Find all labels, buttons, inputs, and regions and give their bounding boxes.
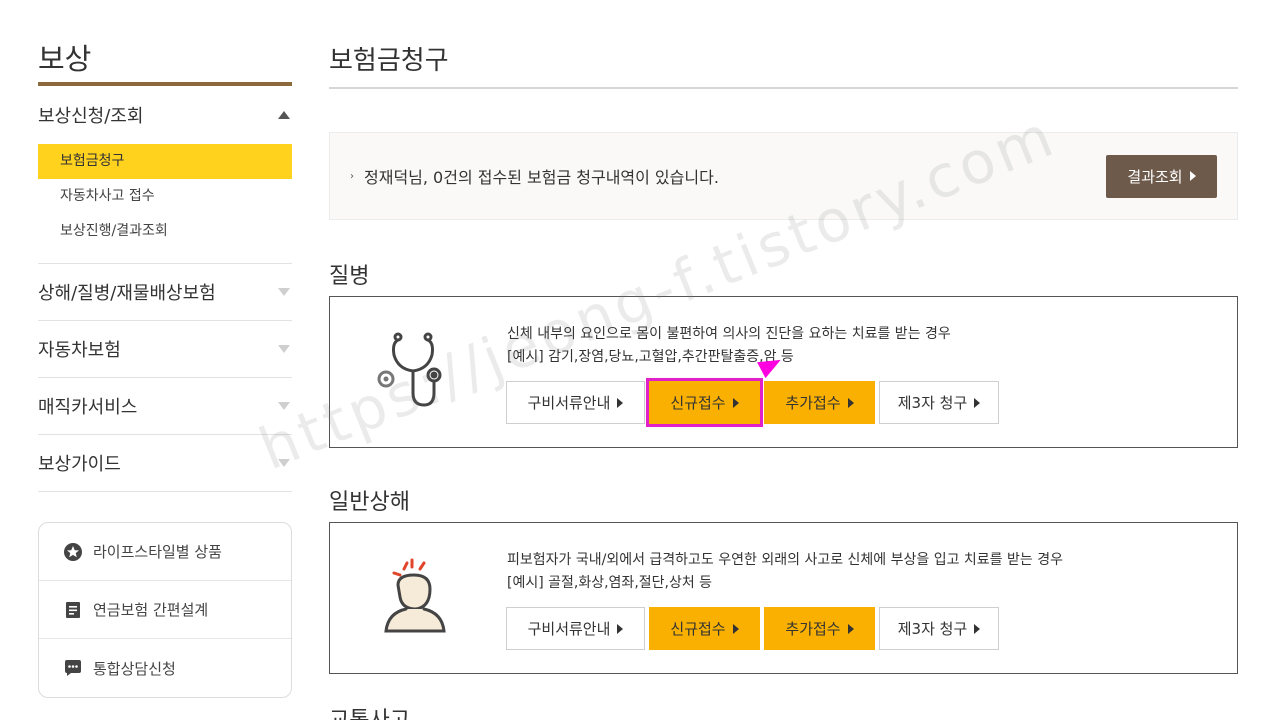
caret-right-icon [974,397,981,408]
card-buttons: 구비서류안내 신규접수 추가접수 제3자 청구 [506,378,999,427]
menu-head-label: 보상가이드 [38,454,121,475]
bullet-icon: › [350,170,354,182]
card-disease: 신체 내부의 요인으로 몸이 불편하여 의사의 진단을 요하는 치료를 받는 경… [329,296,1238,448]
section-title-traffic: 교통사고 [329,702,410,720]
menu-group-guide: 보상가이드 [38,435,292,492]
chevron-up-icon [278,111,290,119]
chevron-down-icon [278,459,290,467]
additional-claim-button[interactable]: 추가접수 [764,607,875,650]
quick-consult[interactable]: 통합상담신청 [39,639,291,697]
required-documents-button[interactable]: 구비서류안내 [506,381,645,424]
menu-group-injury: 상해/질병/재물배상보험 [38,264,292,321]
button-label: 추가접수 [785,394,841,412]
third-party-claim-button[interactable]: 제3자 청구 [879,607,999,650]
document-icon [63,600,83,620]
menu-group-car: 자동차보험 [38,321,292,378]
card-description: 신체 내부의 요인으로 몸이 불편하여 의사의 진단을 요하는 치료를 받는 경… [507,323,951,369]
caret-right-icon [732,397,739,408]
menu-head-claims[interactable]: 보상신청/조회 [38,86,292,144]
menu-head-label: 자동차보험 [38,340,121,361]
sub-item-car-accident[interactable]: 자동차사고 접수 [38,179,292,214]
card-injury: 피보험자가 국내/외에서 급격하고도 우연한 외래의 사고로 신체에 부상을 입… [329,522,1238,674]
notice-text: 정재덕님, 0건의 접수된 보험금 청구내역이 있습니다. [364,168,719,187]
desc-line-2: [예시] 골절,화상,염좌,절단,상처 등 [507,575,713,591]
menu-head-label: 보상신청/조회 [38,106,144,127]
caret-right-icon [847,397,854,408]
menu-head-car[interactable]: 자동차보험 [38,321,292,377]
card-buttons: 구비서류안내 신규접수 추가접수 제3자 청구 [506,607,999,650]
quick-label: 통합상담신청 [93,659,176,678]
button-label: 구비서류안내 [527,620,611,638]
menu-head-guide[interactable]: 보상가이드 [38,435,292,491]
card-description: 피보험자가 국내/외에서 급격하고도 우연한 외래의 사고로 신체에 부상을 입… [507,549,1063,595]
quick-label: 라이프스타일별 상품 [93,543,222,561]
quick-lifestyle-products[interactable]: 라이프스타일별 상품 [39,523,291,581]
chevron-down-icon [278,288,290,296]
desc-line-2: [예시] 감기,장염,당뇨,고혈압,추간판탈출증,암 등 [507,349,794,365]
caret-right-icon [1189,171,1196,181]
caret-right-icon [617,397,624,408]
main-content: 보험금청구 › 정재덕님, 0건의 접수된 보험금 청구내역이 있습니다. 결과… [329,0,1238,674]
menu-head-label: 상해/질병/재물배상보험 [38,283,216,304]
button-label: 추가접수 [785,620,841,638]
caret-right-icon [974,623,981,634]
page-title: 보험금청구 [329,0,1238,89]
quick-label: 연금보험 간편설계 [93,601,209,619]
chat-bubble-icon [63,658,83,678]
section-title-injury: 일반상해 [329,490,410,515]
menu-head-injury[interactable]: 상해/질병/재물배상보험 [38,264,292,320]
button-label: 제3자 청구 [897,394,968,412]
star-circle-icon [63,542,83,562]
quick-links: 라이프스타일별 상품 연금보험 간편설계 통합상담신청 [38,522,292,698]
new-claim-button[interactable]: 신규접수 [649,607,760,650]
additional-claim-button[interactable]: 추가접수 [764,381,875,424]
menu-head-magiccar[interactable]: 매직카서비스 [38,378,292,434]
sub-item-progress-result[interactable]: 보상진행/결과조회 [38,214,292,249]
sidebar-title: 보상 [38,0,292,86]
menu-group-magiccar: 매직카서비스 [38,378,292,435]
third-party-claim-button[interactable]: 제3자 청구 [879,381,999,424]
caret-right-icon [617,623,624,634]
stethoscope-icon [376,329,456,413]
section-title-disease: 질병 [329,264,370,289]
submenu-claims: 보험금청구 자동차사고 접수 보상진행/결과조회 [38,144,292,263]
desc-line-1: 신체 내부의 요인으로 몸이 불편하여 의사의 진단을 요하는 치료를 받는 경… [507,326,951,342]
sub-item-insurance-claim[interactable]: 보험금청구 [38,144,292,179]
desc-line-1: 피보험자가 국내/외에서 급격하고도 우연한 외래의 사고로 신체에 부상을 입… [507,552,1063,568]
chevron-down-icon [278,345,290,353]
menu-group-claims: 보상신청/조회 보험금청구 자동차사고 접수 보상진행/결과조회 [38,86,292,264]
result-button-label: 결과조회 [1127,167,1183,186]
button-label: 제3자 청구 [897,620,968,638]
button-label: 신규접수 [670,620,726,638]
button-label: 신규접수 [670,394,726,412]
required-documents-button[interactable]: 구비서류안내 [506,607,645,650]
new-claim-button[interactable]: 신규접수 [646,378,763,427]
injured-person-icon [376,555,456,639]
result-inquiry-button[interactable]: 결과조회 [1106,154,1217,198]
caret-right-icon [732,623,739,634]
quick-pension-design[interactable]: 연금보험 간편설계 [39,581,291,639]
notice-text-wrap: › 정재덕님, 0건의 접수된 보험금 청구내역이 있습니다. [350,164,719,188]
menu-head-label: 매직카서비스 [38,397,138,418]
claim-notice: › 정재덕님, 0건의 접수된 보험금 청구내역이 있습니다. 결과조회 [329,132,1238,220]
chevron-down-icon [278,402,290,410]
sidebar: 보상 보상신청/조회 보험금청구 자동차사고 접수 보상진행/결과조회 상해/질… [38,0,292,698]
button-label: 구비서류안내 [527,394,611,412]
caret-right-icon [847,623,854,634]
